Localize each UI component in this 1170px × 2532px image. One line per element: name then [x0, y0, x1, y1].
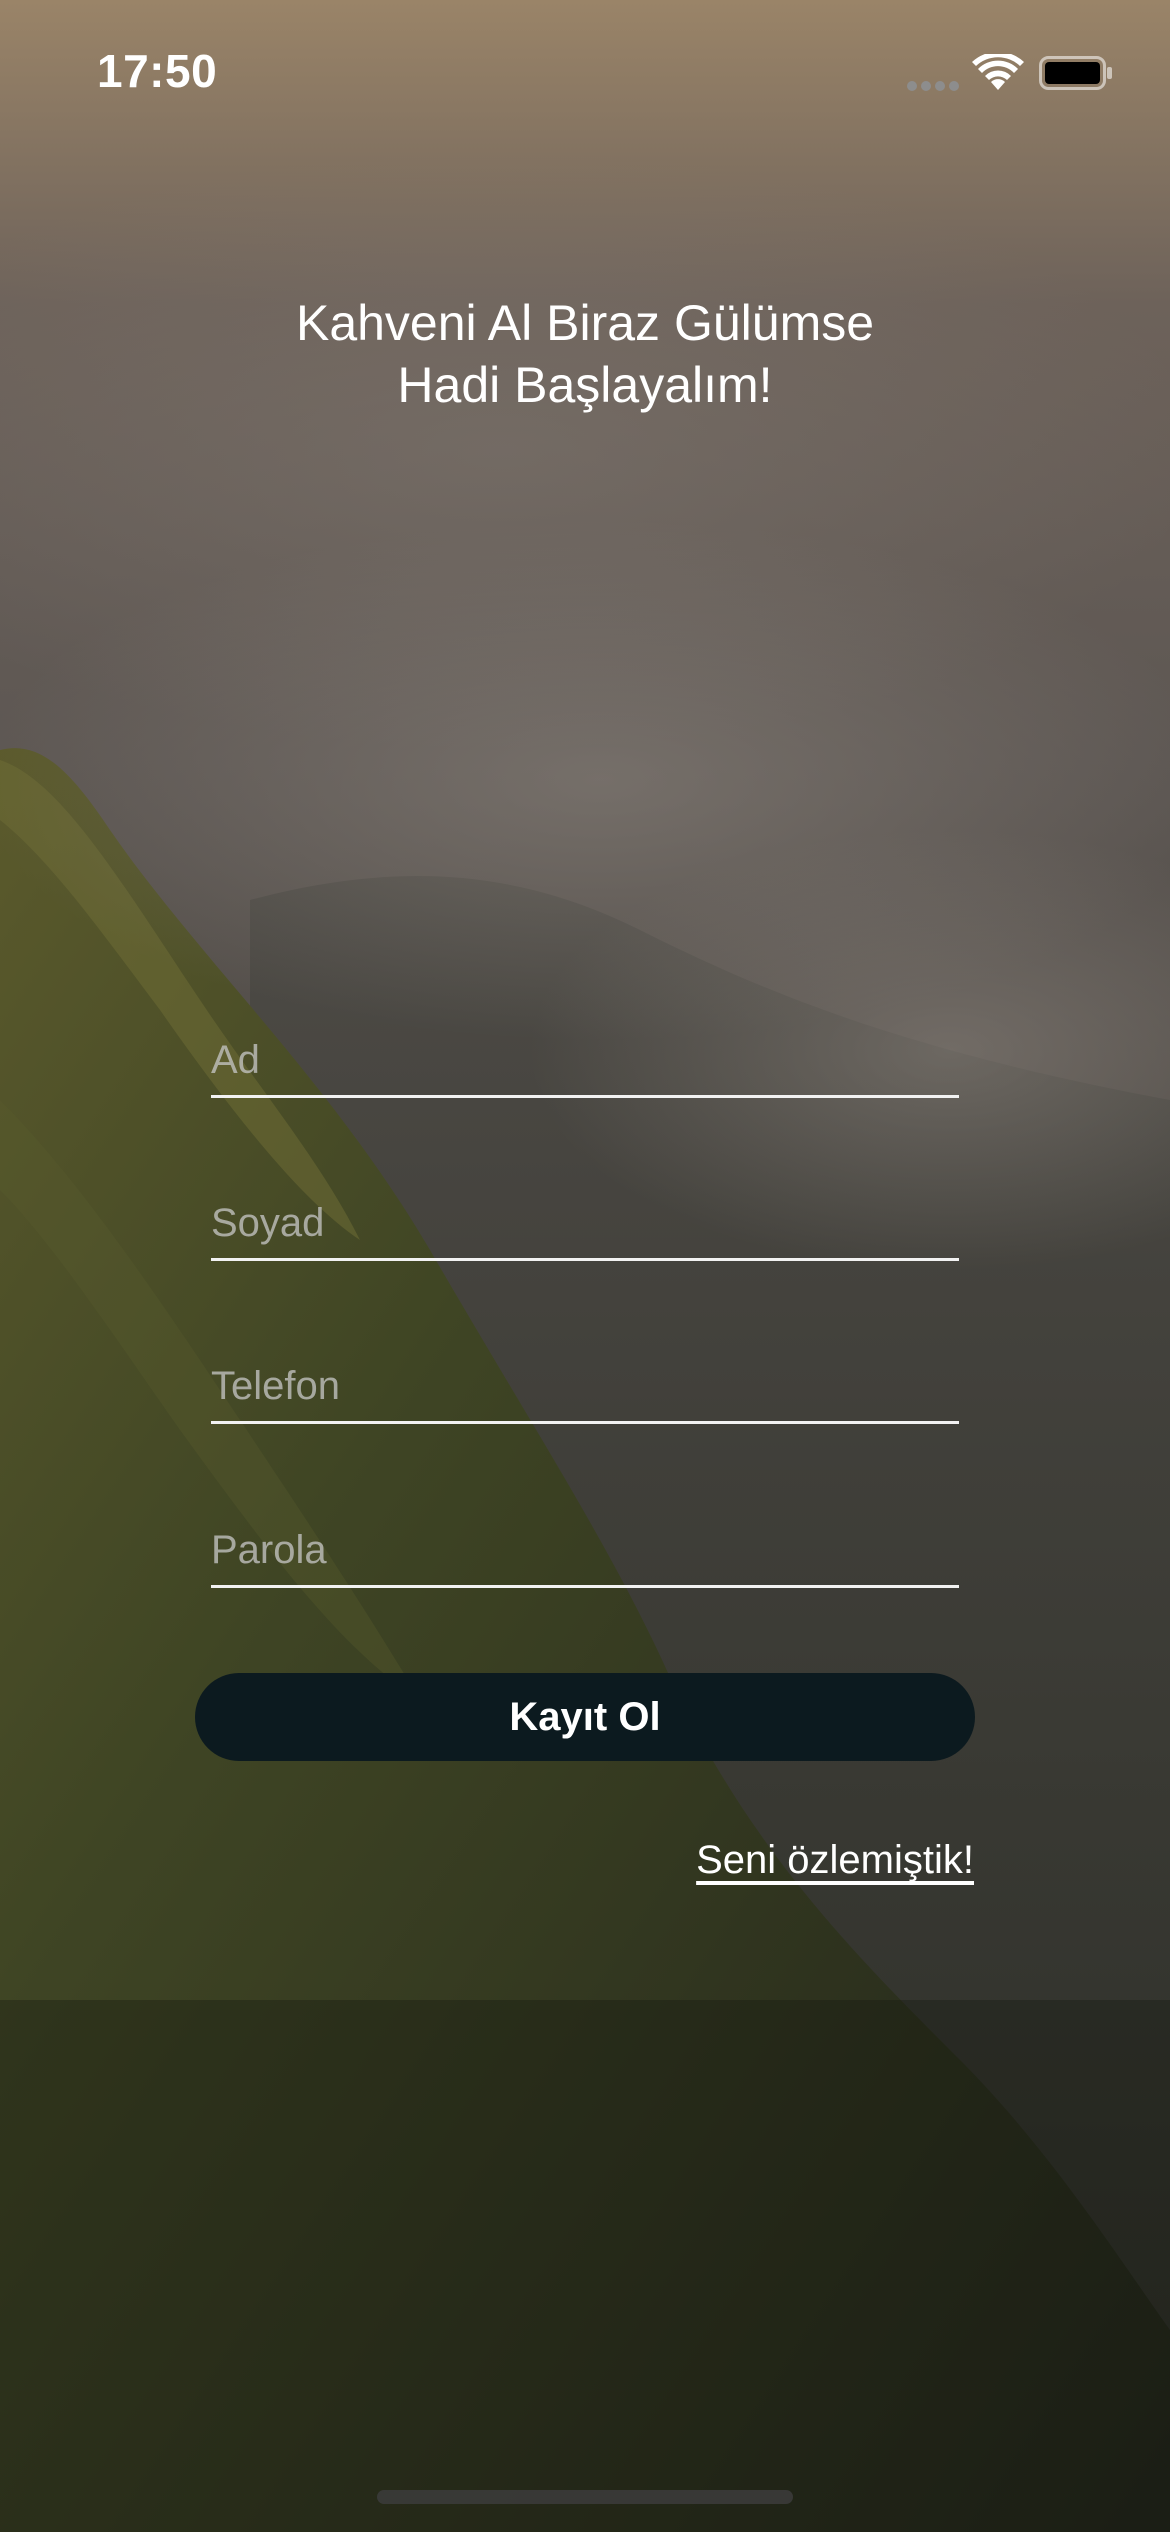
- first-name-input[interactable]: [211, 1038, 959, 1083]
- last-name-input[interactable]: [211, 1201, 959, 1246]
- first-name-field[interactable]: [211, 1005, 959, 1098]
- phone-input[interactable]: [211, 1364, 959, 1409]
- headline: Kahveni Al Biraz Gülümse Hadi Başlayalım…: [0, 292, 1170, 416]
- status-time: 17:50: [97, 45, 218, 97]
- register-screen: 17:50 Kahveni Al Biraz Gülümse Hadi Başl…: [0, 0, 1170, 2532]
- battery-icon: [1039, 56, 1112, 90]
- login-link[interactable]: Seni özlemiştik!: [696, 1838, 974, 1883]
- password-field[interactable]: [211, 1495, 959, 1588]
- password-input[interactable]: [211, 1528, 959, 1573]
- phone-field[interactable]: [211, 1331, 959, 1424]
- last-name-field[interactable]: [211, 1168, 959, 1261]
- cellular-signal-icon: [907, 81, 959, 91]
- register-button[interactable]: Kayıt Ol: [195, 1673, 975, 1761]
- headline-line-1: Kahveni Al Biraz Gülümse: [295, 295, 875, 351]
- home-indicator: [377, 2490, 793, 2504]
- wifi-icon: [972, 54, 1024, 90]
- headline-line-2: Hadi Başlayalım!: [397, 357, 773, 413]
